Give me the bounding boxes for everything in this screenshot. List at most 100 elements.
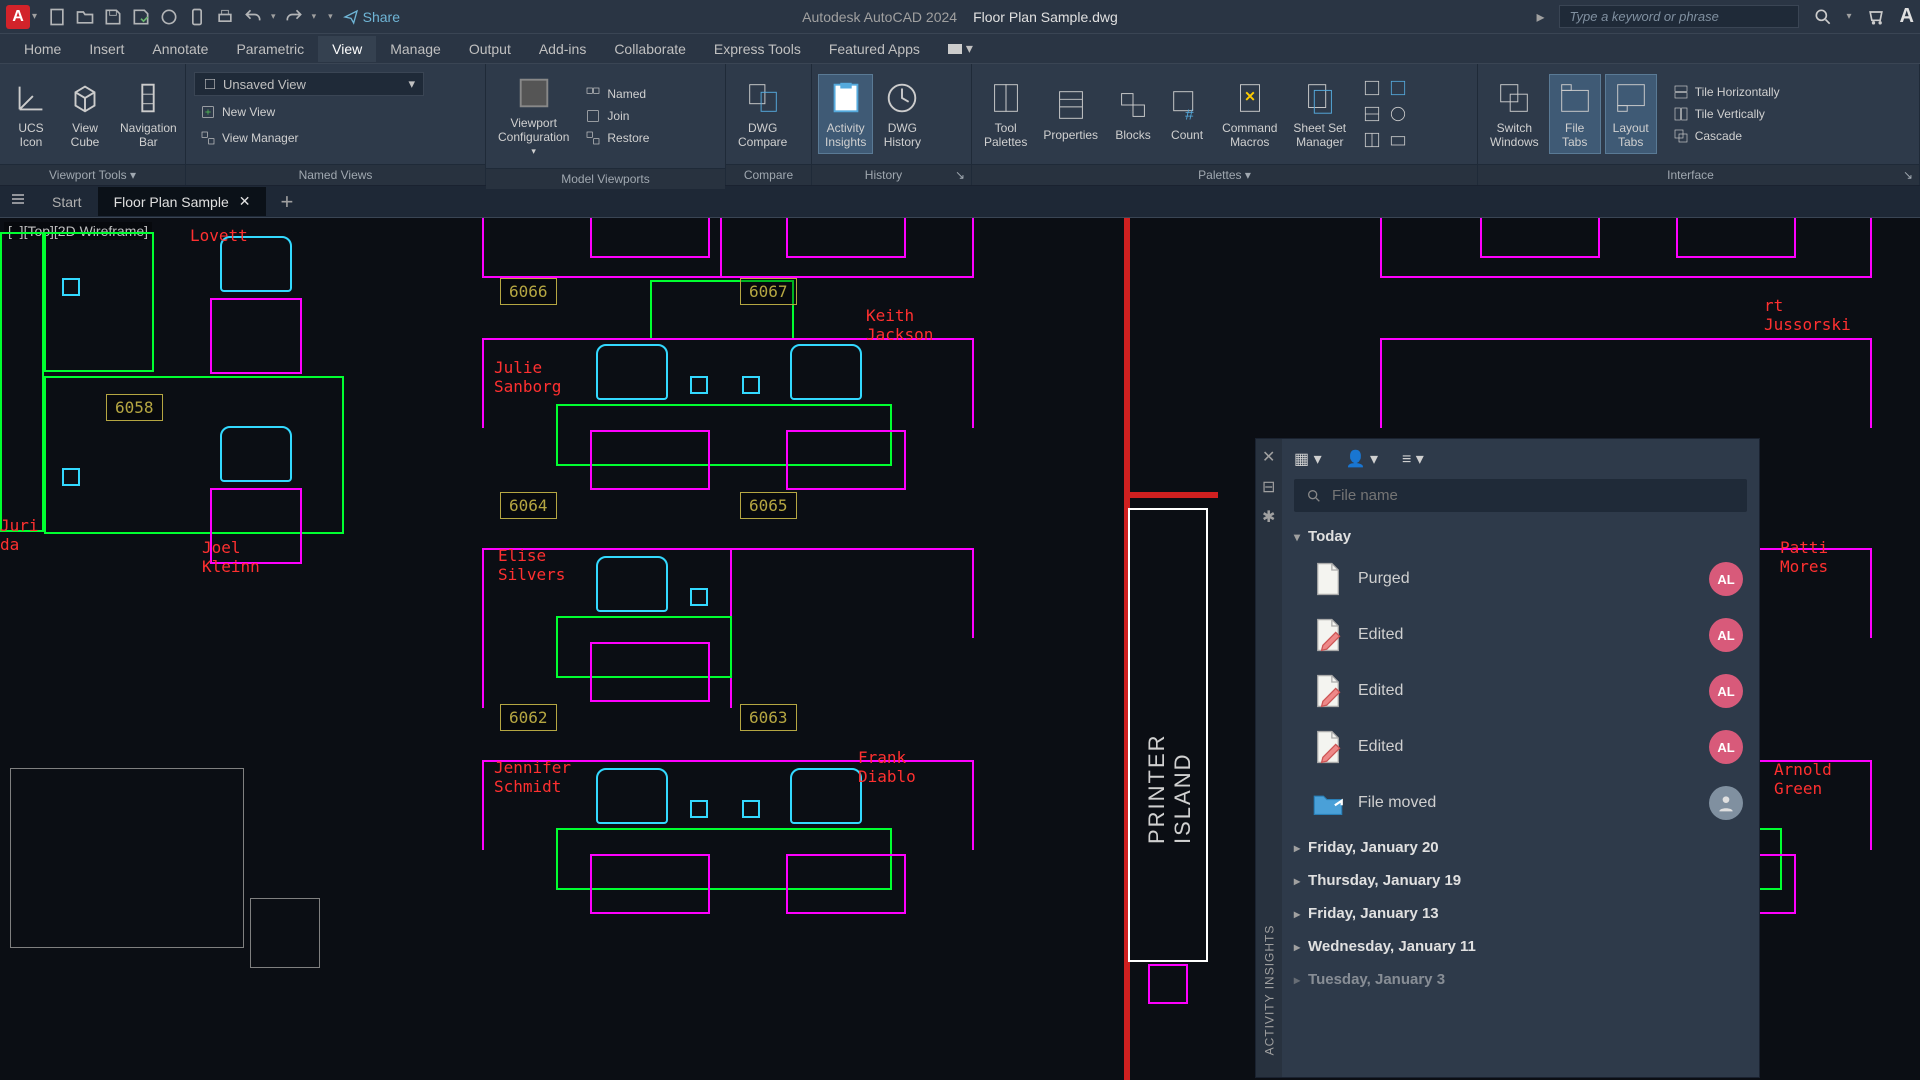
palette-extra5-icon[interactable] (1388, 104, 1408, 124)
viewport-config-icon (515, 74, 553, 112)
vp-named-button[interactable]: Named (579, 84, 655, 104)
palette-extra3-icon[interactable] (1362, 130, 1382, 150)
close-panel-icon[interactable]: ✕ (1262, 447, 1276, 461)
tile-v-button[interactable]: Tile Vertically (1667, 104, 1786, 124)
list-filter-icon[interactable]: ≡ ▾ (1402, 449, 1424, 469)
web-icon[interactable] (159, 7, 179, 27)
insights-gutter: ✕ ⊟ ✱ ACTIVITY INSIGHTS (1256, 439, 1282, 1077)
view-manager-button[interactable]: View Manager (194, 128, 477, 148)
tab-featured[interactable]: Featured Apps (815, 36, 934, 62)
search-expand-icon[interactable]: ▸ (1536, 7, 1544, 27)
activity-item[interactable]: File moved (1294, 775, 1747, 831)
app-letter-icon[interactable]: A (1900, 5, 1914, 28)
command-macros-button[interactable]: Command Macros (1216, 75, 1283, 153)
undo-icon[interactable] (243, 7, 263, 27)
tab-annotate[interactable]: Annotate (138, 36, 222, 62)
add-tab-button[interactable]: + (266, 189, 307, 215)
drawing-canvas[interactable]: [–][Top][2D Wireframe] PRINTER ISLAND (0, 218, 1920, 1080)
palette-extra4-icon[interactable] (1388, 78, 1408, 98)
activity-item[interactable]: EditedAL (1294, 719, 1747, 775)
date-group[interactable]: Tuesday, January 3 (1294, 963, 1747, 996)
palette-extra2-icon[interactable] (1362, 104, 1382, 124)
navigation-bar-button[interactable]: Navigation Bar (114, 75, 183, 153)
new-icon[interactable] (47, 7, 67, 27)
dock-icon[interactable]: ⊟ (1262, 477, 1276, 491)
tile-h-button[interactable]: Tile Horizontally (1667, 82, 1786, 102)
restore-icon (585, 130, 601, 146)
file-tab-menu-icon[interactable] (0, 191, 36, 212)
switch-windows-button[interactable]: Switch Windows (1484, 75, 1545, 153)
viewport-config-button[interactable]: Viewport Configuration ▾ (492, 70, 575, 162)
ucs-icon-button[interactable]: UCS Icon (6, 75, 56, 153)
palette-extra1-icon[interactable] (1362, 78, 1382, 98)
file-name-input[interactable] (1332, 487, 1735, 504)
view-select-dropdown[interactable]: Unsaved View ▾ (194, 72, 424, 96)
activity-item[interactable]: PurgedAL (1294, 551, 1747, 607)
date-group[interactable]: Friday, January 20 (1294, 831, 1747, 864)
tab-parametric[interactable]: Parametric (222, 36, 318, 62)
chair-symbol (596, 768, 668, 824)
cart-icon[interactable] (1866, 7, 1886, 27)
tab-home[interactable]: Home (10, 36, 75, 62)
tab-start[interactable]: Start (36, 188, 98, 216)
sheet-set-button[interactable]: Sheet Set Manager (1287, 75, 1352, 153)
open-icon[interactable] (75, 7, 95, 27)
mobile-icon[interactable] (187, 7, 207, 27)
redo-icon[interactable] (284, 7, 304, 27)
new-view-button[interactable]: New View (194, 102, 477, 122)
tab-floor-plan[interactable]: Floor Plan Sample ✕ (98, 187, 267, 216)
tab-collaborate[interactable]: Collaborate (600, 36, 700, 62)
close-tab-icon[interactable]: ✕ (239, 193, 251, 210)
app-menu-chevron-icon[interactable]: ▾ (32, 11, 37, 22)
viewcube-button[interactable]: View Cube (60, 75, 110, 153)
ribbon: UCS Icon View Cube Navigation Bar Viewpo… (0, 64, 1920, 186)
vp-join-button[interactable]: Join (579, 106, 655, 126)
tab-manage[interactable]: Manage (376, 36, 455, 62)
signin-dropdown-icon[interactable]: ▾ (1847, 11, 1852, 22)
dwg-compare-button[interactable]: DWG Compare (732, 75, 793, 153)
user-filter-icon[interactable]: 👤 ▾ (1346, 449, 1378, 469)
layout-tabs-button[interactable]: Layout Tabs (1605, 74, 1657, 154)
save-icon[interactable] (103, 7, 123, 27)
tab-output[interactable]: Output (455, 36, 525, 62)
date-group[interactable]: Thursday, January 19 (1294, 864, 1747, 897)
tab-extra-dropdown[interactable]: ▾ (934, 35, 987, 62)
activity-insights-button[interactable]: Activity Insights (818, 74, 873, 154)
date-group[interactable]: Wednesday, January 11 (1294, 930, 1747, 963)
properties-button[interactable]: Properties (1037, 82, 1104, 146)
date-group[interactable]: Friday, January 13 (1294, 897, 1747, 930)
app-logo-icon[interactable]: A (6, 5, 30, 29)
count-button[interactable]: #Count (1162, 82, 1212, 146)
dwg-history-button[interactable]: DWG History (877, 75, 927, 153)
blocks-icon (1114, 86, 1152, 124)
tab-express[interactable]: Express Tools (700, 36, 815, 62)
vp-restore-button[interactable]: Restore (579, 128, 655, 148)
tab-addins[interactable]: Add-ins (525, 36, 600, 62)
panel-label: Palettes ▾ (972, 164, 1477, 185)
tab-insert[interactable]: Insert (75, 36, 138, 62)
cabinet-symbol (1676, 218, 1796, 258)
activity-icon (827, 79, 865, 117)
wall (1130, 492, 1218, 498)
qat-custom-dropdown-icon[interactable]: ▾ (328, 11, 333, 22)
grid-view-icon[interactable]: ▦ ▾ (1294, 449, 1322, 469)
undo-dropdown-icon[interactable]: ▾ (271, 11, 276, 22)
group-today[interactable]: Today (1294, 522, 1747, 551)
cascade-button[interactable]: Cascade (1667, 126, 1786, 146)
activity-item[interactable]: EditedAL (1294, 607, 1747, 663)
plot-icon[interactable] (215, 7, 235, 27)
activity-item[interactable]: EditedAL (1294, 663, 1747, 719)
tool-palettes-button[interactable]: Tool Palettes (978, 75, 1033, 153)
tab-view[interactable]: View (318, 36, 376, 62)
share-button[interactable]: Share (343, 9, 400, 25)
palette-extra6-icon[interactable] (1388, 130, 1408, 150)
panel-label: Named Views (186, 164, 485, 185)
help-search-input[interactable]: Type a keyword or phrase (1559, 5, 1799, 28)
blocks-button[interactable]: Blocks (1108, 82, 1158, 146)
redo-dropdown-icon[interactable]: ▾ (312, 11, 317, 22)
search-icon[interactable] (1813, 7, 1833, 27)
saveas-icon[interactable] (131, 7, 151, 27)
insights-search[interactable] (1294, 479, 1747, 512)
file-tabs-button[interactable]: File Tabs (1549, 74, 1601, 154)
settings-gear-icon[interactable]: ✱ (1262, 507, 1276, 521)
